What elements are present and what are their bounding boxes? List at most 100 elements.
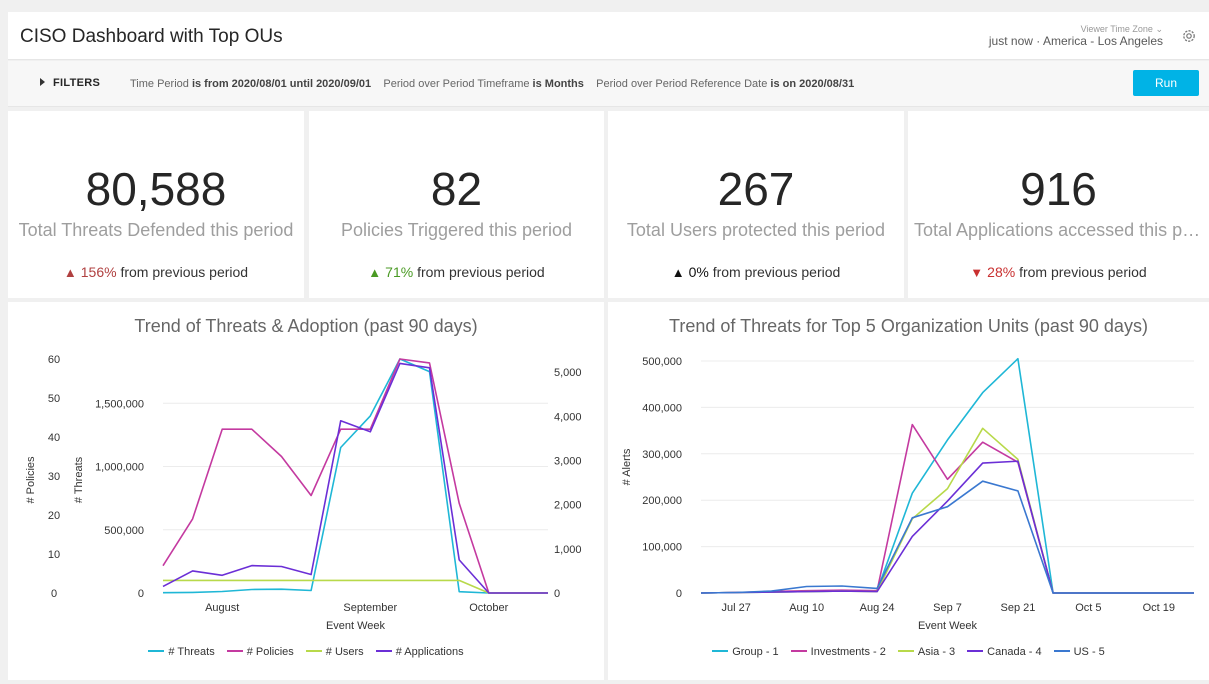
run-button[interactable]: Run [1133,70,1199,96]
x-tick-label: August [205,602,239,614]
legend-item[interactable]: # Threats [148,646,215,658]
series-line [700,427,1194,594]
legend-label: # Applications [395,646,464,658]
legend-item[interactable]: # Applications [375,646,464,658]
tile-value: 916 [1020,163,1097,215]
legend-swatch [967,650,984,652]
legend-label: Group - 1 [732,646,779,658]
y-tick-label-policies: 40 [48,432,60,444]
y-tick-label-right: 5,000 [554,367,582,379]
tile-users-protected[interactable]: 267 Total Users protected this period ▲ 0… [608,111,904,298]
legend-label: # Threats [168,646,215,658]
series-line [162,362,548,594]
tile-applications-accessed[interactable]: 916 Total Applications accessed this per… [908,111,1209,298]
dashboard-header: CISO Dashboard with Top OUs Viewer Time … [8,12,1209,60]
legend-item[interactable]: Investments - 2 [790,646,886,658]
y-tick-label-policies: 20 [48,510,60,522]
y-tick-label: 0 [676,588,682,600]
y-tick-label-threats: 1,000,000 [95,462,144,474]
y-tick-label-right: 4,000 [554,411,582,423]
legend-label: # Users [325,646,364,658]
series-line [162,358,548,594]
gear-icon[interactable] [1181,28,1197,44]
tile-change: ▲ 0% from previous period [671,264,841,280]
tile-change: ▲ 71% from previous period [368,264,545,280]
y-axis-label-policies: # Policies [25,456,37,504]
arrow-down-icon: ▼ [970,265,984,280]
x-tick-label: Oct 19 [1143,602,1175,614]
tile-label: Policies Triggered this period [340,220,573,240]
y-tick-label-policies: 60 [48,354,60,366]
legend-label: US - 5 [1073,646,1105,658]
legend-swatch [226,650,243,652]
tile-threats-defended[interactable]: 80,588 Total Threats Defended this perio… [8,111,304,298]
dashboard-title: CISO Dashboard with Top OUs [20,26,283,47]
tile-change: ▲ 156% from previous period [63,264,249,280]
x-tick-label: Aug 24 [860,602,895,614]
series-line [700,460,1194,594]
tile-label: Total Threats Defended this period [18,220,294,240]
tile-label: Total Applications accessed this period [914,220,1203,240]
legend-swatch [790,650,807,652]
chart-legend: # Threats # Policies # Users # Applications [8,646,604,658]
legend-swatch [375,650,392,652]
arrow-up-icon: ▲ [368,265,382,280]
filters-summary[interactable]: Time Period is from 2020/08/01 until 202… [130,78,854,90]
chart-legend: Group - 1 Investments - 2 Asia - 3 Canada -… [608,646,1209,658]
series-line [700,423,1194,594]
legend-swatch [1053,650,1070,652]
chart-threats-adoption: Trend of Threats & Adoption (past 90 day… [8,302,604,680]
chart-threats-top-ous: Trend of Threats for Top 5 Organization … [608,302,1209,680]
chart-right-svg: 0 100,000 200,000 300,000 400,000 500,000 # Al… [621,356,1194,632]
tile-value: 267 [717,163,795,215]
legend-label: # Policies [246,646,294,658]
legend-item[interactable]: Group - 1 [712,646,779,658]
x-tick-label: October [469,602,508,614]
x-tick-label: Sep 7 [933,602,962,614]
last-updated: just now [988,34,1033,48]
legend-item[interactable]: Canada - 4 [967,646,1042,658]
chart-left-svg: 0 10 20 30 40 50 60 0 500,000 1,000,000 1,500,000 0… [25,354,582,632]
tile-label: Total Users protected this period [626,220,886,240]
y-tick-label: 100,000 [642,542,682,554]
y-tick-label-right: 3,000 [554,456,582,468]
y-axis-label-threats: # Threats [73,456,85,503]
x-tick-label: Jul 27 [722,602,751,614]
chevron-down-icon: ⌄ [1155,24,1163,34]
legend-item[interactable]: US - 5 [1053,646,1105,658]
caret-right-icon [40,78,45,86]
y-axis-label: # Alerts [621,448,633,485]
y-tick-label-threats: 0 [138,588,144,600]
legend-swatch [305,650,322,652]
filters-toggle[interactable]: FILTERS [40,77,100,89]
legend-label: Canada - 4 [987,646,1042,658]
y-tick-label-policies: 10 [48,549,60,561]
legend-swatch [712,650,729,652]
tile-change: ▼ 28% from previous period [970,264,1147,280]
y-tick-label-threats: 500,000 [104,525,144,537]
tile-value: 82 [430,163,483,215]
arrow-up-icon: ▲ [671,265,685,280]
series-line [700,357,1194,594]
dashboard: CISO Dashboard with Top OUs Viewer Time … [0,0,1209,684]
x-tick-label: Sep 21 [1000,602,1035,614]
y-tick-label-right: 1,000 [554,544,582,556]
series-line [162,358,548,594]
timezone-info[interactable]: Viewer Time Zone ⌄ just now · America - … [989,24,1163,48]
legend-item[interactable]: Asia - 3 [897,646,955,658]
y-tick-label: 500,000 [642,356,682,368]
legend-item[interactable]: # Policies [226,646,294,658]
legend-item[interactable]: # Users [305,646,364,658]
y-tick-label-right: 0 [554,588,560,600]
y-tick-label-right: 2,000 [554,500,582,512]
legend-label: Investments - 2 [810,646,886,658]
timezone-selector[interactable]: Viewer Time Zone ⌄ [989,24,1163,34]
x-tick-label: Aug 10 [789,602,824,614]
timezone-value: America - Los Angeles [1042,34,1163,48]
x-axis-label: Event Week [326,620,386,632]
x-tick-label: September [343,602,397,614]
arrow-up-icon: ▲ [63,265,77,280]
tile-policies-triggered[interactable]: 82 Policies Triggered this period ▲ 71% f… [309,111,604,298]
filters-bar: FILTERS Time Period is from 2020/08/01 u… [8,61,1209,107]
x-tick-label: Oct 5 [1075,602,1101,614]
